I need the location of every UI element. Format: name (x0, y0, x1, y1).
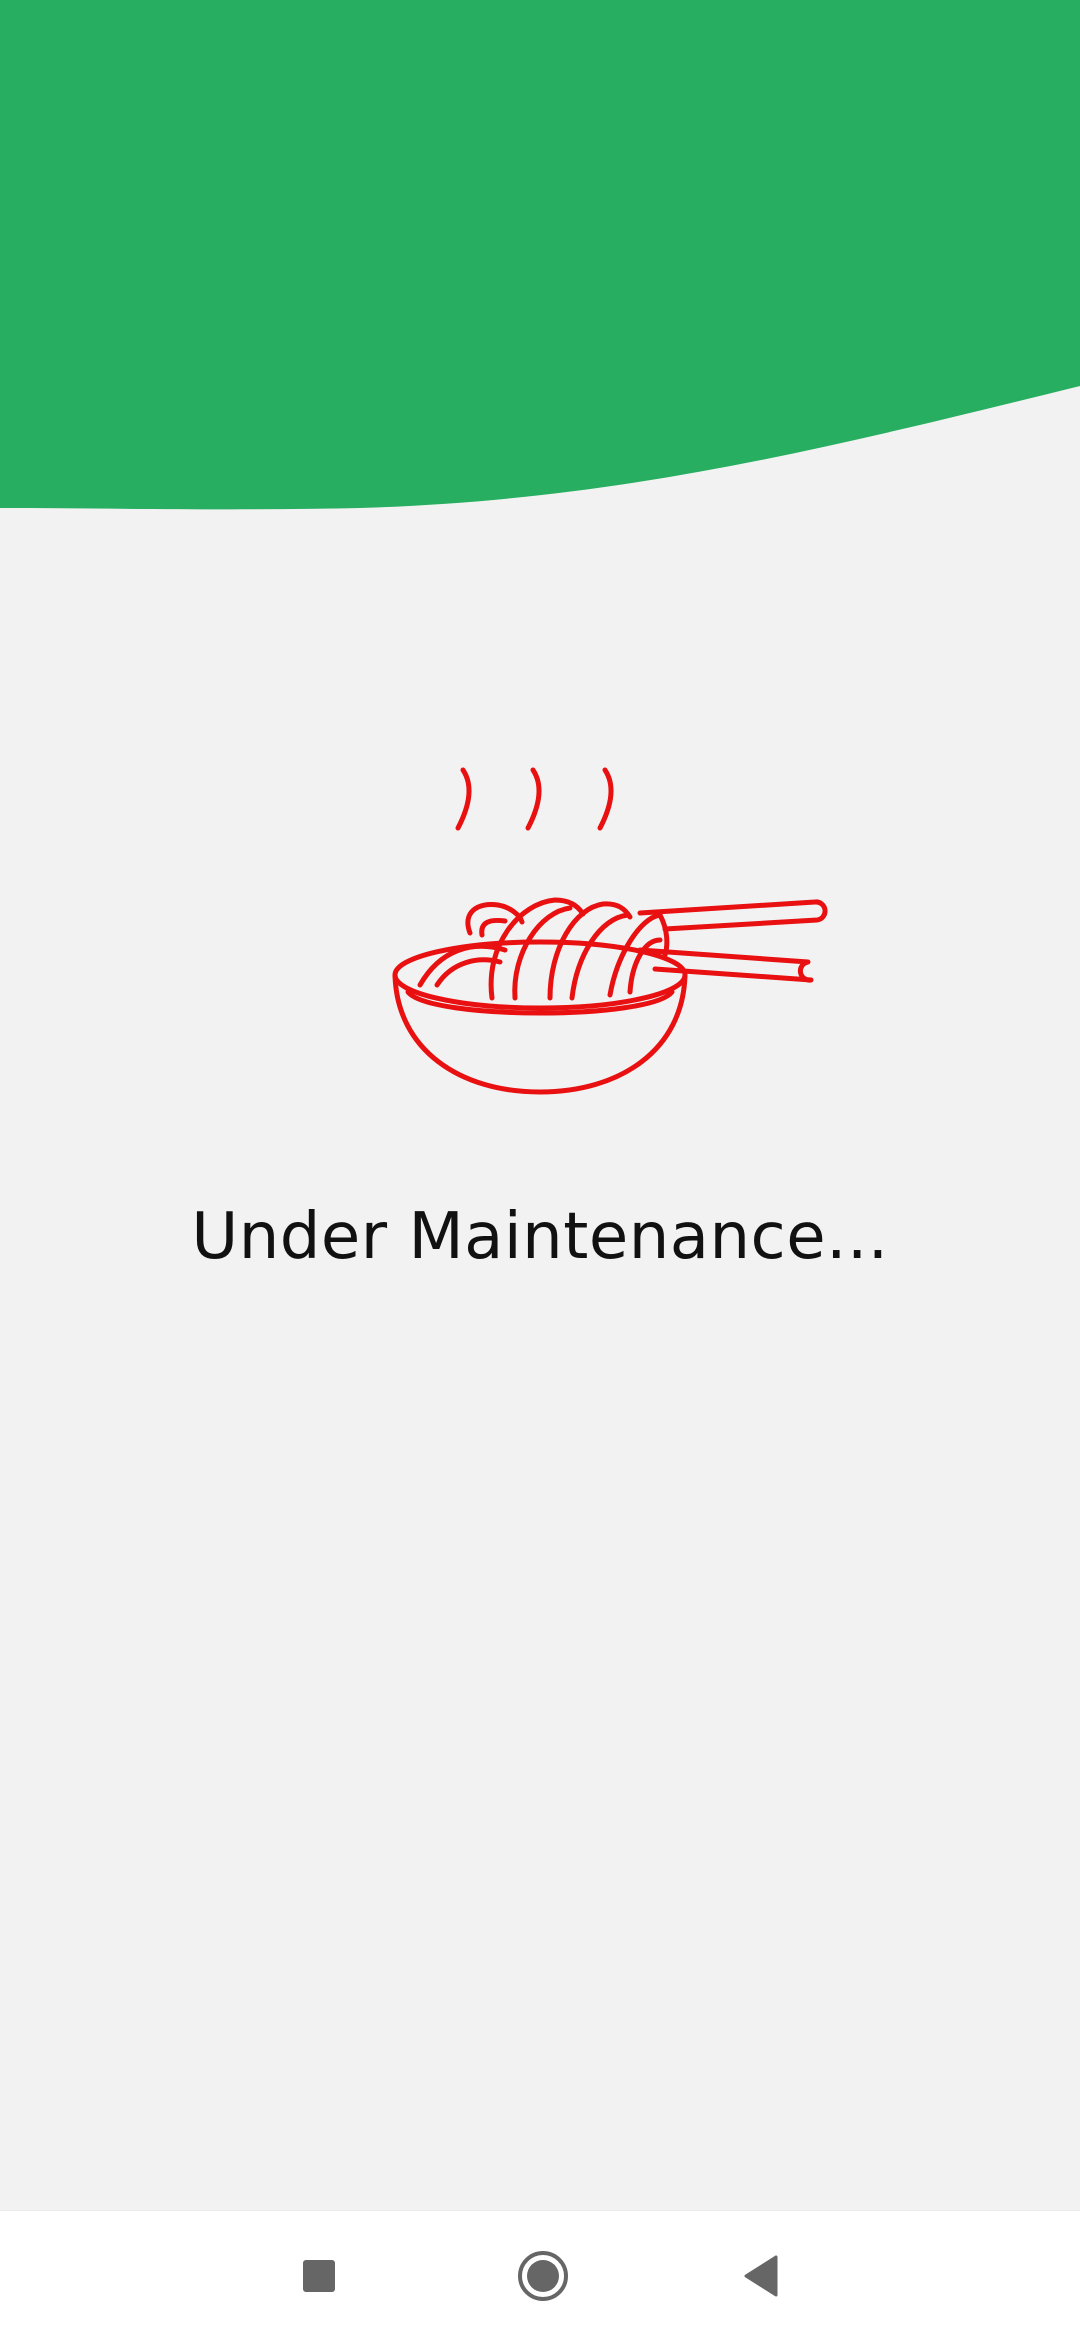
maintenance-screen: Under Maintenance... (0, 0, 1080, 2340)
noodle-bowl-icon (392, 767, 828, 1095)
home-circle-icon (518, 2251, 568, 2301)
back-button[interactable] (718, 2231, 808, 2321)
home-button[interactable] (498, 2231, 588, 2321)
back-triangle-icon (744, 2255, 778, 2297)
steam-icon (455, 767, 614, 831)
recents-square-icon (303, 2260, 335, 2292)
recents-button[interactable] (274, 2231, 364, 2321)
maintenance-message: Under Maintenance... (191, 1200, 889, 1274)
header-wave-background (0, 0, 1080, 510)
system-navigation-bar (0, 2210, 1080, 2340)
